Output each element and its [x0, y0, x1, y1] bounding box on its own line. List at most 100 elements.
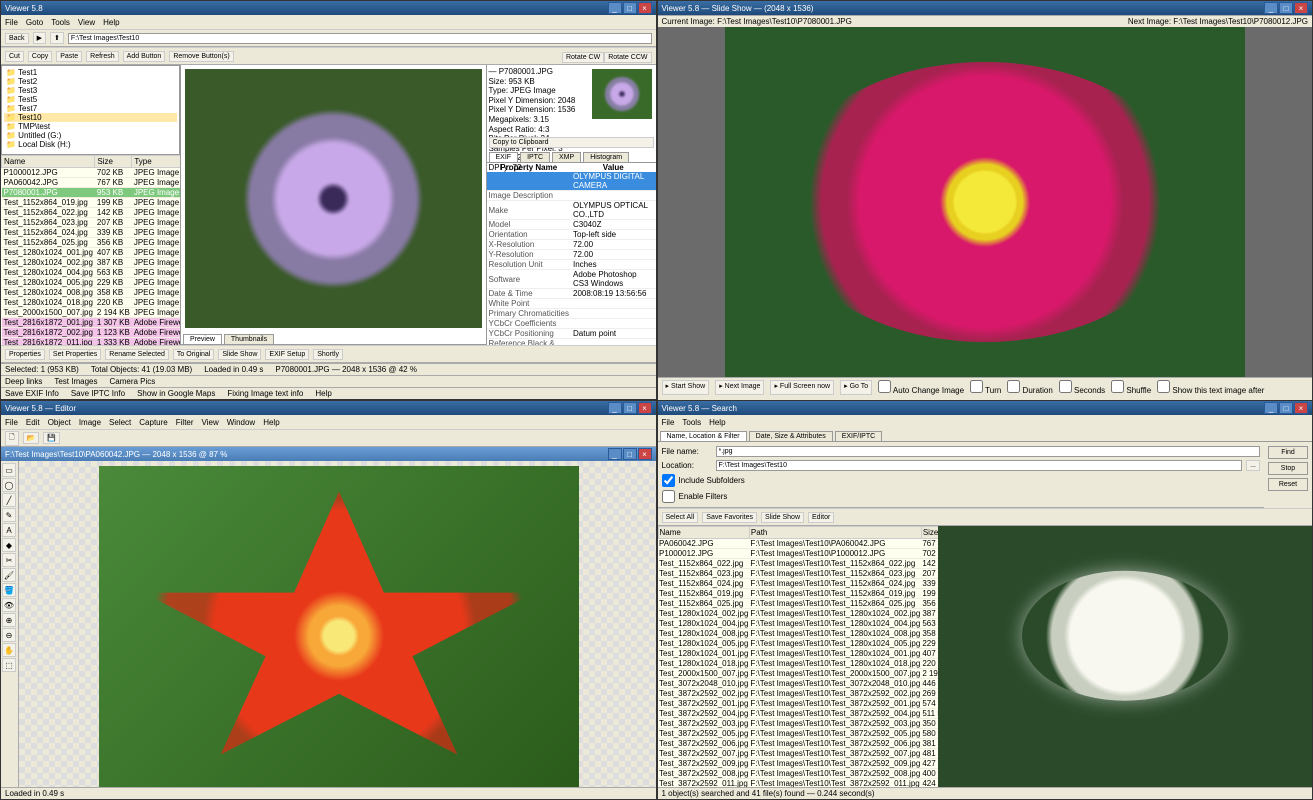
- check-turn[interactable]: Turn: [970, 380, 1001, 395]
- file-row[interactable]: Test_1280x1024_004.jpg563 KBJPEG Image11…: [2, 268, 181, 278]
- menu-help[interactable]: Help: [103, 18, 119, 27]
- tree-item[interactable]: 📁 Test5: [4, 95, 177, 104]
- tab-name-location-filter[interactable]: Name, Location & Filter: [660, 431, 747, 441]
- toolbar-remove-button-s-[interactable]: Remove Button(s): [169, 51, 233, 62]
- menu-window[interactable]: Window: [227, 418, 255, 427]
- doc-minimize-icon[interactable]: _: [608, 448, 622, 460]
- result-row[interactable]: Test_3872x2592_001.jpgF:\Test Images\Tes…: [658, 699, 938, 709]
- check-auto-change-image[interactable]: Auto Change Image: [878, 380, 964, 395]
- toolbar-editor[interactable]: Editor: [808, 512, 834, 523]
- control-go-to[interactable]: ▸ Go To: [840, 380, 872, 395]
- property-row[interactable]: OLYMPUS DIGITAL CAMERA: [487, 172, 656, 191]
- tool-4[interactable]: A: [2, 523, 16, 537]
- tree-item[interactable]: 📁 TMP\test: [4, 122, 177, 131]
- check-shuffle[interactable]: Shuffle: [1111, 380, 1151, 395]
- close-icon[interactable]: ×: [1294, 402, 1308, 414]
- minimize-icon[interactable]: _: [1264, 2, 1278, 14]
- tool-9[interactable]: 👁: [2, 598, 16, 612]
- file-row[interactable]: Test_1280x1024_002.jpg387 KBJPEG Image11…: [2, 258, 181, 268]
- menu-tools[interactable]: Tools: [682, 418, 701, 427]
- property-row[interactable]: ModelC3040Z: [487, 220, 656, 230]
- property-row[interactable]: MakeOLYMPUS OPTICAL CO.,LTD: [487, 201, 656, 220]
- menu-image[interactable]: Image: [79, 418, 101, 427]
- location-input[interactable]: [716, 460, 1243, 471]
- file-row[interactable]: Test_1280x1024_018.jpg220 KBJPEG Image11…: [2, 298, 181, 308]
- menu-goto[interactable]: Goto: [26, 18, 43, 27]
- tool-0[interactable]: ▭: [2, 463, 16, 477]
- menu-filter[interactable]: Filter: [176, 418, 194, 427]
- link-save-iptc-info[interactable]: Save IPTC Info: [71, 389, 125, 398]
- tool-3[interactable]: ✎: [2, 508, 16, 522]
- menu-help[interactable]: Help: [263, 418, 279, 427]
- file-row[interactable]: Test_1280x1024_008.jpg358 KBJPEG Image11…: [2, 288, 181, 298]
- file-row[interactable]: P1000012.JPG702 KBJPEG Image20.8.2008 12…: [2, 168, 181, 178]
- menu-file[interactable]: File: [5, 418, 18, 427]
- result-row[interactable]: Test_1280x1024_005.jpgF:\Test Images\Tes…: [658, 639, 938, 649]
- result-row[interactable]: Test_3872x2592_008.jpgF:\Test Images\Tes…: [658, 769, 938, 779]
- subfolders-checkbox[interactable]: [662, 474, 675, 487]
- slideshow-titlebar[interactable]: Viewer 5.8 — Slide Show — (2048 x 1536) …: [658, 1, 1313, 15]
- file-row[interactable]: PA060042.JPG767 KBJPEG Image6.4.2007 2:2…: [2, 178, 181, 188]
- toolbar-copy[interactable]: Copy: [28, 51, 52, 62]
- property-row[interactable]: X-Resolution72.00: [487, 240, 656, 250]
- result-row[interactable]: Test_3872x2592_002.jpgF:\Test Images\Tes…: [658, 689, 938, 699]
- result-row[interactable]: Test_1152x864_025.jpgF:\Test Images\Test…: [658, 599, 938, 609]
- control-next-image[interactable]: ▸ Next Image: [715, 380, 764, 395]
- col-header[interactable]: Name: [658, 527, 749, 539]
- stop-button[interactable]: Stop: [1268, 462, 1308, 475]
- result-row[interactable]: Test_3872x2592_005.jpgF:\Test Images\Tes…: [658, 729, 938, 739]
- result-row[interactable]: Test_1280x1024_001.jpgF:\Test Images\Tes…: [658, 649, 938, 659]
- doc-maximize-icon[interactable]: □: [623, 448, 637, 460]
- tool-5[interactable]: ◆: [2, 538, 16, 552]
- tool-6[interactable]: ✂: [2, 553, 16, 567]
- doc-close-icon[interactable]: ×: [638, 448, 652, 460]
- document-titlebar[interactable]: F:\Test Images\Test10\PA060042.JPG — 204…: [1, 447, 656, 461]
- canvas-image[interactable]: [99, 466, 579, 787]
- tree-item[interactable]: 📁 Test7: [4, 104, 177, 113]
- save-button[interactable]: 💾: [43, 432, 60, 444]
- minimize-icon[interactable]: _: [608, 402, 622, 414]
- toolbar-add-button[interactable]: Add Button: [123, 51, 166, 62]
- result-row[interactable]: Test_1280x1024_004.jpgF:\Test Images\Tes…: [658, 619, 938, 629]
- property-row[interactable]: Image Description: [487, 191, 656, 201]
- copy-clipboard-button[interactable]: Copy to Clipboard: [489, 137, 654, 148]
- tool-10[interactable]: ⊕: [2, 613, 16, 627]
- file-row[interactable]: Test_2000x1500_007.jpg2 194 KBJPEG Image…: [2, 308, 181, 318]
- toolbar-cut[interactable]: Cut: [5, 51, 24, 62]
- control-full-screen-now[interactable]: ▸ Full Screen now: [770, 380, 834, 395]
- link-fixing-image-text-info[interactable]: Fixing Image text info: [227, 389, 303, 398]
- menu-file[interactable]: File: [5, 18, 18, 27]
- tab-shortly[interactable]: Shortly: [313, 349, 343, 360]
- tab-histogram[interactable]: Histogram: [583, 152, 629, 162]
- menu-help[interactable]: Help: [709, 418, 725, 427]
- file-row[interactable]: Test_1152x864_024.jpg339 KBJPEG Image11.…: [2, 228, 181, 238]
- browse-button[interactable]: ...: [1246, 460, 1260, 471]
- file-row[interactable]: Test_1152x864_025.jpg356 KBJPEG Image11.…: [2, 238, 181, 248]
- tab-date-size-attributes[interactable]: Date, Size & Attributes: [749, 431, 833, 441]
- link-deep-links[interactable]: Deep links: [5, 377, 42, 386]
- tab-rename-selected[interactable]: Rename Selected: [105, 349, 169, 360]
- file-row[interactable]: Test_1152x864_022.jpg142 KBJPEG Image11.…: [2, 208, 181, 218]
- property-row[interactable]: OrientationTop-left side: [487, 230, 656, 240]
- result-row[interactable]: Test_3872x2592_004.jpgF:\Test Images\Tes…: [658, 709, 938, 719]
- file-row[interactable]: Test_2816x1872_002.jpg1 123 KBAdobe Fire…: [2, 328, 181, 338]
- toolbar-save-favorites[interactable]: Save Favorites: [702, 512, 757, 523]
- property-row[interactable]: Resolution UnitInches: [487, 260, 656, 270]
- result-row[interactable]: Test_3072x2048_010.jpgF:\Test Images\Tes…: [658, 679, 938, 689]
- file-row[interactable]: Test_1280x1024_001.jpg407 KBJPEG Image11…: [2, 248, 181, 258]
- result-row[interactable]: Test_1152x864_022.jpgF:\Test Images\Test…: [658, 559, 938, 569]
- col-header[interactable]: Name: [2, 156, 95, 168]
- close-icon[interactable]: ×: [638, 402, 652, 414]
- toolbar-select-all[interactable]: Select All: [662, 512, 699, 523]
- link-camera-pics[interactable]: Camera Pics: [110, 377, 156, 386]
- close-icon[interactable]: ×: [638, 2, 652, 14]
- check-seconds[interactable]: Seconds: [1059, 380, 1105, 395]
- up-button[interactable]: ⬆: [50, 32, 64, 44]
- tool-2[interactable]: ╱: [2, 493, 16, 507]
- file-row[interactable]: Test_1280x1024_005.jpg229 KBJPEG Image11…: [2, 278, 181, 288]
- browser-titlebar[interactable]: Viewer 5.8 _ □ ×: [1, 1, 656, 15]
- reset-button[interactable]: Reset: [1268, 478, 1308, 491]
- address-input[interactable]: [68, 33, 652, 44]
- minimize-icon[interactable]: _: [608, 2, 622, 14]
- result-row[interactable]: Test_3872x2592_003.jpgF:\Test Images\Tes…: [658, 719, 938, 729]
